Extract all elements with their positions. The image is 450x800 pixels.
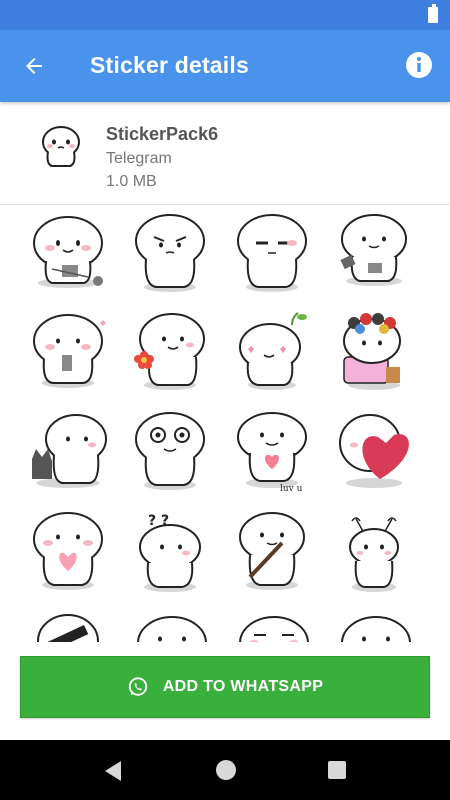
sticker-sprout[interactable] — [232, 309, 318, 395]
page-title: Sticker details — [90, 52, 249, 78]
pack-name: StickerPack6 — [106, 124, 219, 144]
pack-header: StickerPack6 Telegram 1.0 MB — [0, 102, 450, 205]
info-icon — [406, 52, 432, 78]
sticker-annoyed[interactable] — [232, 211, 318, 297]
info-button[interactable] — [404, 50, 434, 80]
sticker-antennae[interactable] — [334, 509, 420, 595]
sticker-partial-2[interactable] — [130, 609, 216, 642]
sticker-partial-4[interactable] — [334, 609, 420, 642]
sticker-phone-blushing[interactable] — [28, 309, 114, 395]
nav-back-icon[interactable] — [103, 760, 123, 782]
sticker-flower[interactable] — [130, 309, 216, 395]
pack-tray-icon — [42, 126, 80, 167]
sticker-big-eyes[interactable] — [130, 409, 216, 495]
pack-publisher: Telegram — [106, 150, 172, 167]
back-button[interactable] — [14, 46, 54, 86]
system-nav-bar — [0, 740, 450, 800]
sticker-sunglasses[interactable] — [28, 609, 114, 642]
arrow-left-icon — [26, 58, 42, 74]
pack-size: 1.0 MB — [106, 173, 157, 190]
app-bar: Sticker details — [0, 30, 450, 102]
sticker-holding-heart[interactable] — [28, 509, 114, 595]
sticker-phone[interactable] — [334, 211, 420, 297]
sticker-partial-3[interactable] — [232, 609, 318, 642]
sticker-knitting[interactable] — [28, 211, 114, 297]
sticker-love-u[interactable]: luv u — [232, 409, 318, 495]
sticker-curlers[interactable] — [334, 309, 420, 395]
sticker-big-heart[interactable] — [334, 409, 420, 495]
sticker-angry[interactable] — [130, 211, 216, 297]
status-bar — [0, 0, 450, 30]
sticker-stick[interactable] — [232, 509, 318, 595]
nav-home-icon[interactable] — [216, 760, 236, 780]
add-to-whatsapp-button[interactable]: ADD TO WHATSAPP — [20, 656, 430, 718]
sticker-cat[interactable] — [28, 409, 114, 495]
whatsapp-icon — [128, 677, 147, 696]
nav-recent-icon[interactable] — [328, 761, 346, 779]
love-u-text: luv u — [280, 484, 303, 494]
battery-icon — [428, 4, 438, 23]
add-button-label: ADD TO WHATSAPP — [162, 678, 324, 695]
sticker-grid: luv u ? ? — [0, 205, 450, 642]
sticker-question[interactable]: ? ? — [130, 509, 216, 595]
